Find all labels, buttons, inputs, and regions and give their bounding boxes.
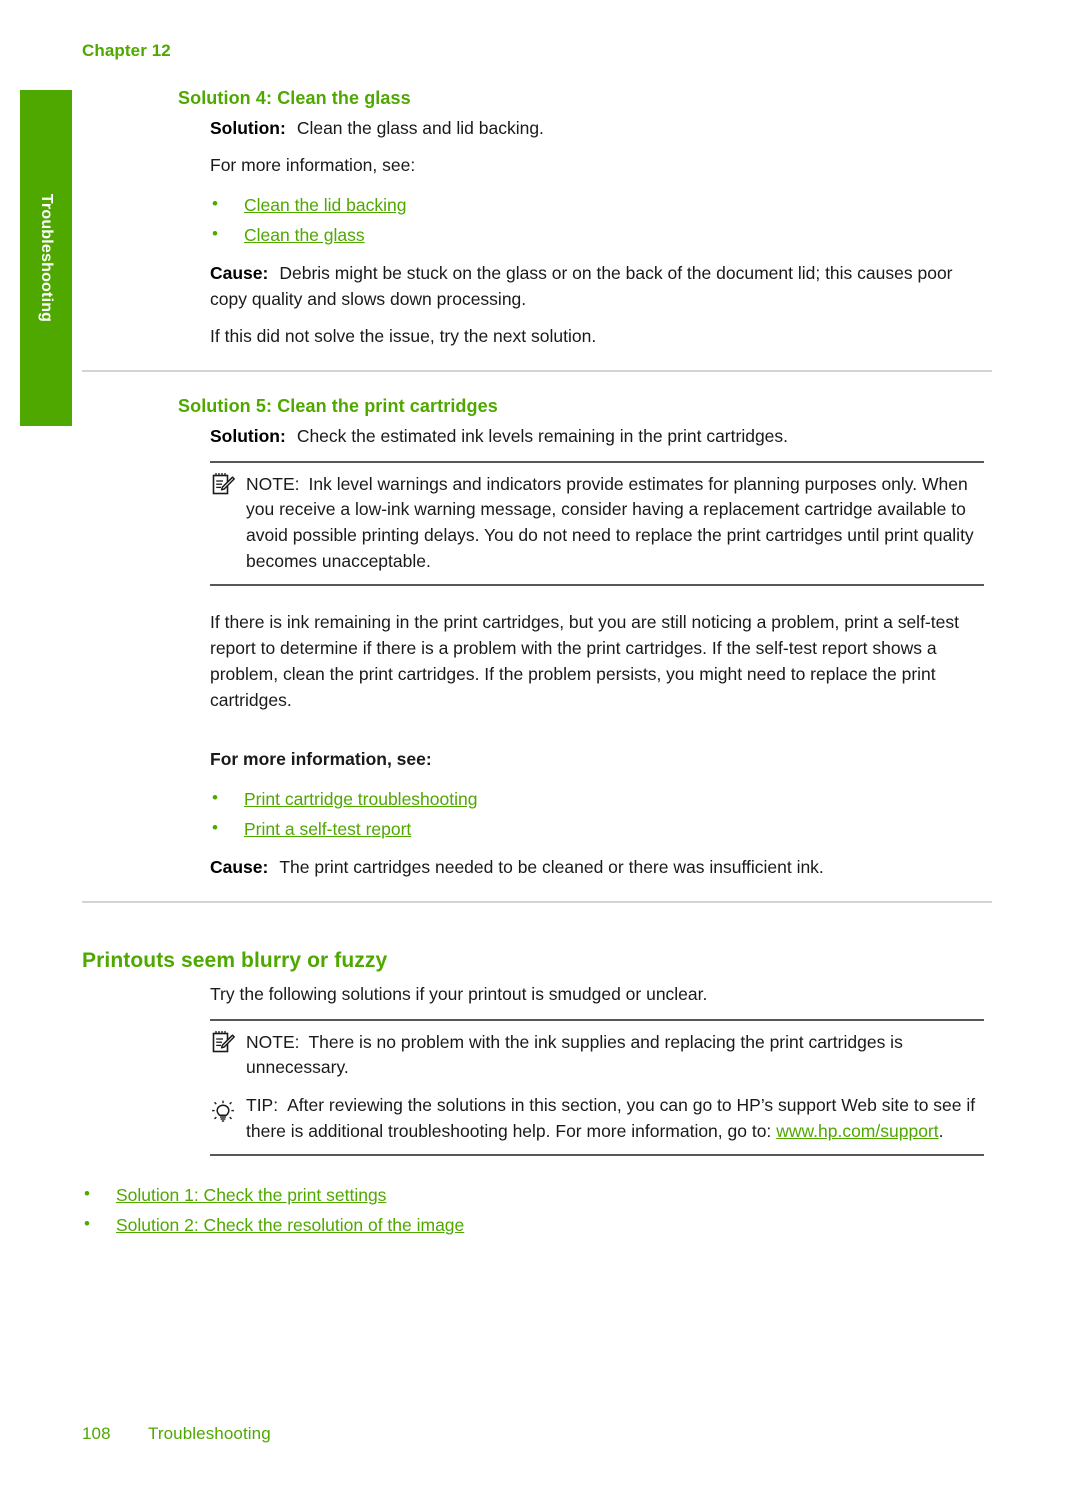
cause-text: Debris might be stuck on the glass or on…: [210, 262, 953, 309]
heading-printouts-blurry: Printouts seem blurry or fuzzy: [82, 948, 388, 972]
heading-solution-4: Solution 4: Clean the glass: [178, 88, 411, 108]
solution-5-cause-paragraph: Cause: The print cartridges needed to be …: [210, 855, 984, 881]
note-text: There is no problem with the ink supplie…: [246, 1031, 903, 1078]
side-tab-label: Troubleshooting: [38, 193, 55, 323]
cause-label: Cause:: [210, 262, 269, 283]
note-body: NOTE: Ink level warnings and indicators p…: [210, 472, 978, 576]
solution-5-link-list: Print cartridge troubleshooting Print a …: [210, 783, 984, 844]
list-item: Clean the glass: [210, 219, 984, 250]
list-item: Print cartridge troubleshooting: [210, 783, 984, 814]
note-admonition-ink-supplies: NOTE: There is no problem with the ink su…: [210, 1018, 984, 1084]
section-divider: [82, 369, 992, 372]
link-clean-the-glass[interactable]: Clean the glass: [244, 225, 365, 245]
chapter-header: Chapter 12: [82, 41, 171, 60]
page-content: Solution 4: Clean the glass Solution: Cle…: [82, 88, 992, 1251]
solution-text: Check the estimated ink levels remaining…: [296, 425, 789, 446]
tip-admonition-hp-support: TIP: After reviewing the solutions in thi…: [210, 1091, 984, 1157]
tip-body: TIP: After reviewing the solutions in thi…: [210, 1093, 978, 1145]
solution-5-solution-paragraph: Solution: Check the estimated ink levels …: [210, 424, 984, 450]
solution-label: Solution:: [210, 118, 286, 138]
solution-4-for-more-info: For more information, see:: [210, 154, 416, 175]
solution-5-paragraph: If there is ink remaining in the print c…: [210, 612, 959, 710]
note-keyword: NOTE:: [246, 473, 300, 494]
link-print-a-self-test-report[interactable]: Print a self-test report: [244, 819, 411, 839]
footer-page-number: 108: [82, 1424, 111, 1443]
list-item: Solution 1: Check the print settings: [82, 1179, 992, 1210]
cause-text: The print cartridges needed to be cleane…: [279, 856, 824, 877]
link-hp-support-url[interactable]: www.hp.com/support: [776, 1121, 938, 1141]
note-admonition-ink-levels: NOTE: Ink level warnings and indicators p…: [210, 460, 984, 587]
page-footer: 108 Troubleshooting: [82, 1424, 271, 1444]
solution-text: Clean the glass and lid backing.: [296, 118, 544, 138]
link-solution-2-check-resolution[interactable]: Solution 2: Check the resolution of the …: [116, 1215, 464, 1235]
list-item: Solution 2: Check the resolution of the …: [82, 1209, 992, 1240]
cause-label: Cause:: [210, 856, 269, 877]
solution-4-link-list: Clean the lid backing Clean the glass: [210, 189, 984, 250]
tip-text-trailing: .: [938, 1121, 944, 1142]
solution-5-block: Solution: Check the estimated ink levels …: [82, 424, 992, 881]
link-clean-the-lid-backing[interactable]: Clean the lid backing: [244, 195, 406, 215]
lightbulb-icon: [210, 1100, 236, 1124]
blurry-intro: Try the following solutions if your prin…: [210, 983, 708, 1004]
tip-keyword: TIP:: [246, 1095, 279, 1116]
link-print-cartridge-troubleshooting[interactable]: Print cartridge troubleshooting: [244, 789, 477, 809]
note-text: Ink level warnings and indicators provid…: [246, 473, 974, 572]
list-item: Clean the lid backing: [210, 189, 984, 220]
note-keyword: NOTE:: [246, 1031, 300, 1052]
solution-5-for-more-info: For more information, see:: [210, 748, 432, 769]
note-body: NOTE: There is no problem with the ink su…: [210, 1030, 978, 1082]
blurry-solution-link-list: Solution 1: Check the print settings Sol…: [82, 1179, 992, 1240]
solution-label: Solution:: [210, 425, 286, 446]
section-side-tab: Troubleshooting: [20, 90, 72, 426]
list-item: Print a self-test report: [210, 813, 984, 844]
solution-4-next-solution: If this did not solve the issue, try the…: [210, 325, 597, 346]
solution-4-solution-paragraph: Solution: Clean the glass and lid backing…: [210, 116, 984, 142]
note-pad-pencil-icon: [210, 472, 236, 496]
section-divider: [82, 900, 992, 903]
solution-4-block: Solution: Clean the glass and lid backing…: [82, 116, 992, 350]
note-pad-pencil-icon: [210, 1030, 236, 1054]
solution-4-cause-paragraph: Cause: Debris might be stuck on the glass…: [210, 261, 984, 313]
link-solution-1-check-print-settings[interactable]: Solution 1: Check the print settings: [116, 1185, 386, 1205]
blurry-block: Try the following solutions if your prin…: [82, 982, 992, 1157]
heading-solution-5: Solution 5: Clean the print cartridges: [178, 395, 498, 416]
footer-section-name: Troubleshooting: [148, 1424, 271, 1443]
